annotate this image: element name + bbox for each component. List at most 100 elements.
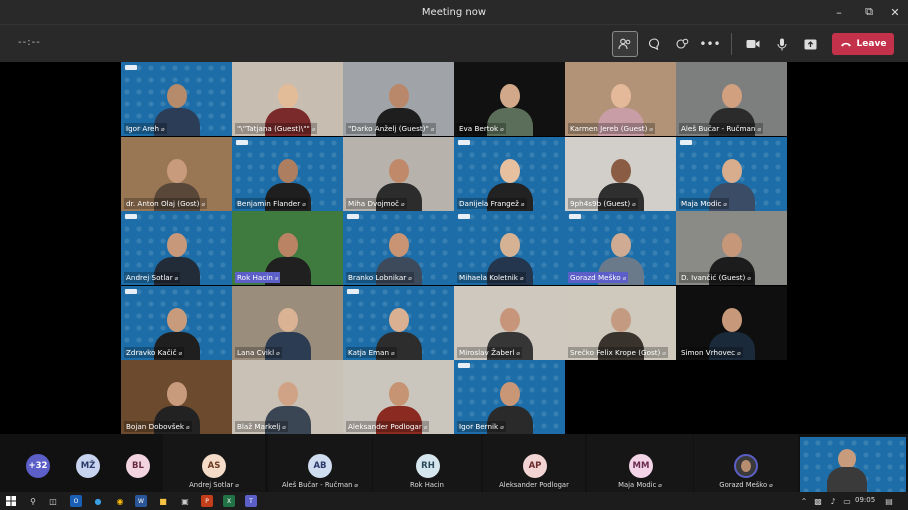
self-preview[interactable]: [800, 437, 906, 493]
maximize-icon[interactable]: ⧉: [856, 0, 882, 24]
excel-icon[interactable]: X: [223, 495, 235, 507]
tray-participant[interactable]: AP Aleksander Podlogar: [483, 434, 585, 492]
participant-tile[interactable]: "Darko Anželj (Guest)" ⌀: [343, 62, 454, 136]
participant-tile[interactable]: Miha Dvojmoč ⌀: [343, 137, 454, 211]
participant-name: Katja Eman ⌀: [346, 347, 397, 358]
camera-button[interactable]: [740, 31, 766, 57]
participant-name-text: 9ph4s9b (Guest): [570, 199, 631, 208]
battery-icon[interactable]: ▭: [841, 495, 853, 507]
mic-muted-icon: ⌀: [757, 126, 762, 133]
tray-participant[interactable]: +32: [13, 434, 63, 492]
windows-start-icon[interactable]: [5, 495, 17, 507]
participant-tile[interactable]: Zdravko Kačič ⌀: [121, 286, 232, 360]
participant-tile[interactable]: Katja Eman ⌀: [343, 286, 454, 360]
participant-name: 9ph4s9b (Guest) ⌀: [568, 198, 638, 209]
participant-tile[interactable]: 9ph4s9b (Guest) ⌀: [565, 137, 676, 211]
minimize-icon[interactable]: –: [826, 0, 852, 24]
edge-icon[interactable]: ●: [92, 495, 104, 507]
microphone-button[interactable]: [769, 31, 795, 57]
participants-button[interactable]: [612, 31, 638, 57]
participant-tile[interactable]: dr. Anton Olaj (Gost) ⌀: [121, 137, 232, 211]
tray-participant-label: Aleš Bučar - Ručman ⌀: [268, 481, 372, 489]
participant-name-text: Miroslav Žaberl: [459, 348, 515, 357]
mic-muted-icon: ⌀: [233, 482, 239, 489]
participant-tile[interactable]: Srečko Felix Krope (Gost) ⌀: [565, 286, 676, 360]
participant-tile[interactable]: Igor Areh ⌀: [121, 62, 232, 136]
tray-participant[interactable]: MM Maja Modic ⌀: [587, 434, 693, 492]
tray-participant[interactable]: RH Rok Hacin: [373, 434, 481, 492]
mic-muted-icon: ⌀: [767, 482, 773, 489]
participant-tile[interactable]: Aleksander Podlogar ⌀: [343, 360, 454, 434]
chat-button[interactable]: [641, 31, 667, 57]
teams-icon[interactable]: T: [245, 495, 257, 507]
search-icon[interactable]: ⚲: [27, 495, 39, 507]
taskbar-clock[interactable]: 09:05: [855, 496, 875, 504]
participant-name: "\"Tatjana (Guest)\"" ⌀: [235, 123, 318, 134]
tray-participant-name: Andrej Sotlar: [189, 481, 234, 489]
participant-tile[interactable]: "\"Tatjana (Guest)\"" ⌀: [232, 62, 343, 136]
participant-tile[interactable]: Andrej Sotlar ⌀: [121, 211, 232, 285]
outlook-icon[interactable]: O: [70, 495, 82, 507]
participant-name: Igor Bernik ⌀: [457, 421, 506, 432]
participant-avatar: MM: [629, 454, 653, 478]
participant-tile[interactable]: Rok Hacin ⌀: [232, 211, 343, 285]
participant-name: Benjamin Flander ⌀: [235, 198, 308, 209]
tray-participant-label: Maja Modic ⌀: [587, 481, 693, 489]
participant-name: Srečko Felix Krope (Gost) ⌀: [568, 347, 668, 358]
participant-tile[interactable]: Bojan Dobovšek ⌀: [121, 360, 232, 434]
tray-participant[interactable]: AB Aleš Bučar - Ručman ⌀: [268, 434, 372, 492]
participant-tile[interactable]: Gorazd Meško ⌀: [565, 211, 676, 285]
participant-head: [166, 233, 187, 257]
participant-name: Maja Modic ⌀: [679, 198, 730, 209]
task-view-icon[interactable]: ◫: [47, 495, 59, 507]
tray-participant[interactable]: AS Andrej Sotlar ⌀: [163, 434, 265, 492]
tray-participant[interactable]: Gorazd Meško ⌀: [694, 434, 798, 492]
participant-name: Mihaela Koletnik ⌀: [457, 272, 526, 283]
participant-tile[interactable]: D. Ivančić (Guest) ⌀: [676, 211, 787, 285]
participant-tile[interactable]: Maja Modic ⌀: [676, 137, 787, 211]
chevron-up-icon[interactable]: ⌃: [798, 495, 810, 507]
background-logo: [125, 214, 137, 219]
tray-participant[interactable]: BL: [113, 434, 163, 492]
mic-muted-icon: ⌀: [311, 126, 316, 133]
volume-icon[interactable]: ♪: [827, 495, 839, 507]
participant-tile[interactable]: Lana Cvikl ⌀: [232, 286, 343, 360]
participant-head: [610, 233, 631, 257]
participant-tile[interactable]: Branko Lobnikar ⌀: [343, 211, 454, 285]
participant-name-text: Gorazd Meško: [570, 273, 621, 282]
tray-participant-name: Maja Modic: [618, 481, 657, 489]
participant-head: [721, 233, 742, 257]
mic-muted-icon: ⌀: [520, 201, 525, 208]
participant-tile[interactable]: Igor Bernik ⌀: [454, 360, 565, 434]
mic-muted-icon: ⌀: [274, 275, 279, 282]
folder-icon[interactable]: ■: [157, 495, 169, 507]
participant-name: Eva Bertok ⌀: [457, 123, 506, 134]
notification-icon[interactable]: ▤: [883, 495, 895, 507]
participant-tile[interactable]: Danijela Frangež ⌀: [454, 137, 565, 211]
participant-tile[interactable]: Aleš Bučar - Ručman ⌀: [676, 62, 787, 136]
more-options-button[interactable]: •••: [697, 31, 723, 57]
reactions-button[interactable]: [669, 31, 695, 57]
tray-participant[interactable]: MŽ: [63, 434, 113, 492]
participant-head: [277, 233, 298, 257]
participant-name: Danijela Frangež ⌀: [457, 198, 527, 209]
close-icon[interactable]: ✕: [882, 0, 908, 24]
word-icon[interactable]: W: [135, 495, 147, 507]
chrome-icon[interactable]: ◉: [114, 495, 126, 507]
participant-head: [499, 382, 520, 406]
tray-participant-name: Gorazd Meško: [719, 481, 768, 489]
participant-name-text: Karmen Jereb (Guest): [570, 124, 648, 133]
leave-button[interactable]: Leave: [832, 33, 894, 55]
participant-name-text: D. Ivančić (Guest): [681, 273, 746, 282]
participant-tile[interactable]: Karmen Jereb (Guest) ⌀: [565, 62, 676, 136]
participant-tile[interactable]: Simon Vrhovec ⌀: [676, 286, 787, 360]
participant-tile[interactable]: Miroslav Žaberl ⌀: [454, 286, 565, 360]
participant-tile[interactable]: Mihaela Koletnik ⌀: [454, 211, 565, 285]
terminal-icon[interactable]: ▣: [179, 495, 191, 507]
participant-tile[interactable]: Blaž Markelj ⌀: [232, 360, 343, 434]
participant-tile[interactable]: Benjamin Flander ⌀: [232, 137, 343, 211]
network-icon[interactable]: ▩: [812, 495, 824, 507]
share-button[interactable]: [797, 31, 823, 57]
participant-tile[interactable]: Eva Bertok ⌀: [454, 62, 565, 136]
powerpoint-icon[interactable]: P: [201, 495, 213, 507]
